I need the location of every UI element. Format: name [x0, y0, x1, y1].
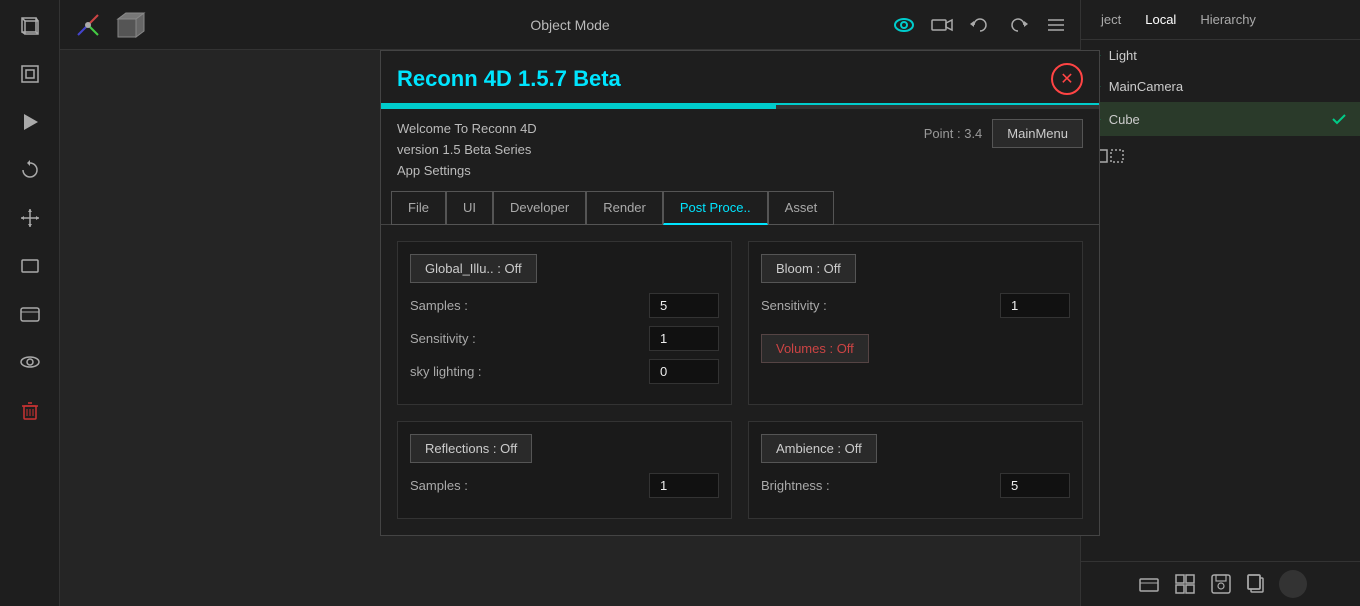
dialog-area: Reconn 4D 1.5.7 Beta ✕ Welcome To Reconn… — [60, 50, 1080, 606]
left-toolbar — [0, 0, 60, 606]
camera-icon[interactable] — [928, 11, 956, 39]
eye-toolbar-icon[interactable] — [12, 344, 48, 380]
layers-toolbar-icon[interactable] — [12, 248, 48, 284]
samples-row-1: Samples : 5 — [410, 293, 719, 318]
square-toolbar-icon[interactable] — [12, 56, 48, 92]
tab-developer[interactable]: Developer — [493, 191, 586, 225]
global-illu-toggle[interactable]: Global_Illu.. : Off — [410, 254, 537, 283]
dialog-title: Reconn 4D 1.5.7 Beta — [397, 66, 621, 92]
viewport-shading-icon[interactable] — [890, 11, 918, 39]
sky-lighting-row: sky lighting : 0 — [410, 359, 719, 384]
reflections-panel: Reflections : Off Samples : 1 — [397, 421, 732, 519]
global-illu-panel: Global_Illu.. : Off Samples : 5 Sensitiv… — [397, 241, 732, 405]
sensitivity-label-1: Sensitivity : — [410, 331, 476, 346]
main-area: Object Mode — [60, 0, 1080, 606]
cube-toolbar-icon[interactable] — [12, 8, 48, 44]
sky-lighting-value[interactable]: 0 — [649, 359, 719, 384]
sensitivity-value-2[interactable]: 1 — [1000, 293, 1070, 318]
reflections-samples-label: Samples : — [410, 478, 468, 493]
bottom-circle-icon[interactable] — [1279, 570, 1307, 598]
bloom-toggle[interactable]: Bloom : Off — [761, 254, 856, 283]
bottom-disk-icon[interactable] — [1207, 570, 1235, 598]
right-panel-header: ject Local Hierarchy — [1081, 0, 1360, 40]
hierarchy-item-cube[interactable]: ▶ Cube — [1081, 102, 1360, 136]
dialog: Reconn 4D 1.5.7 Beta ✕ Welcome To Reconn… — [380, 50, 1100, 536]
move-toolbar-icon[interactable] — [12, 200, 48, 236]
info-line2: version 1.5 Beta Series — [397, 140, 537, 161]
bottom-rect-icon[interactable] — [1135, 570, 1163, 598]
dialog-info-text: Welcome To Reconn 4D version 1.5 Beta Se… — [397, 119, 537, 181]
main-menu-button[interactable]: MainMenu — [992, 119, 1083, 148]
reflections-samples-row: Samples : 1 — [410, 473, 719, 498]
brightness-value[interactable]: 5 — [1000, 473, 1070, 498]
bottom-copy-icon[interactable] — [1243, 570, 1271, 598]
brightness-row: Brightness : 5 — [761, 473, 1070, 498]
hierarchy-item-light[interactable]: ▶ Light — [1081, 40, 1360, 71]
info-line1: Welcome To Reconn 4D — [397, 119, 537, 140]
top-bar-left — [70, 7, 146, 43]
tab-post-process[interactable]: Post Proce.. — [663, 191, 768, 225]
undo-icon[interactable] — [966, 11, 994, 39]
top-bar-icons — [890, 11, 1070, 39]
dialog-info-right: Point : 3.4 MainMenu — [924, 119, 1083, 148]
hierarchy-item-maincamera[interactable]: ▶ MainCamera — [1081, 71, 1360, 102]
close-button[interactable]: ✕ — [1051, 63, 1083, 95]
samples-value-1[interactable]: 5 — [649, 293, 719, 318]
tab-render[interactable]: Render — [586, 191, 663, 225]
bloom-panel: Bloom : Off Sensitivity : 1 Volumes : Of… — [748, 241, 1083, 405]
sensitivity-label-2: Sensitivity : — [761, 298, 827, 313]
volumes-container: Volumes : Off — [761, 334, 1070, 373]
sky-lighting-label: sky lighting : — [410, 364, 482, 379]
play-toolbar-icon[interactable] — [12, 104, 48, 140]
right-bottom-icons — [1081, 561, 1360, 606]
ambience-panel: Ambience : Off Brightness : 5 — [748, 421, 1083, 519]
right-tab-hierarchy[interactable]: Hierarchy — [1192, 8, 1264, 31]
frame-icon-container — [1081, 140, 1360, 191]
hierarchy-label-maincamera: MainCamera — [1109, 79, 1183, 94]
sensitivity-value-1[interactable]: 1 — [649, 326, 719, 351]
dialog-info: Welcome To Reconn 4D version 1.5 Beta Se… — [381, 109, 1099, 191]
top-bar-title: Object Mode — [530, 17, 609, 33]
point-label: Point : 3.4 — [924, 126, 983, 141]
axis-gizmo — [70, 7, 106, 43]
samples-label-1: Samples : — [410, 298, 468, 313]
selected-checkmark-icon — [1330, 110, 1348, 128]
redo-icon[interactable] — [1004, 11, 1032, 39]
trash-toolbar-icon[interactable] — [12, 392, 48, 428]
right-tab-local[interactable]: Local — [1137, 8, 1184, 31]
dialog-content: Global_Illu.. : Off Samples : 5 Sensitiv… — [381, 225, 1099, 535]
tab-file[interactable]: File — [391, 191, 446, 225]
top-bar: Object Mode — [60, 0, 1080, 50]
volumes-toggle[interactable]: Volumes : Off — [761, 334, 869, 363]
sensitivity-row-2: Sensitivity : 1 — [761, 293, 1070, 318]
reflections-samples-value[interactable]: 1 — [649, 473, 719, 498]
hierarchy-label-light: Light — [1109, 48, 1137, 63]
tab-ui[interactable]: UI — [446, 191, 493, 225]
info-line3: App Settings — [397, 161, 537, 182]
view-cube-icon[interactable] — [114, 9, 146, 41]
menu-icon[interactable] — [1042, 11, 1070, 39]
bottom-grid-icon[interactable] — [1171, 570, 1199, 598]
dialog-title-bar: Reconn 4D 1.5.7 Beta ✕ — [381, 51, 1099, 105]
tablet-toolbar-icon[interactable] — [12, 296, 48, 332]
right-panel: ject Local Hierarchy ▶ Light ▶ MainCamer… — [1080, 0, 1360, 606]
hierarchy-label-cube: Cube — [1109, 112, 1140, 127]
reflections-toggle[interactable]: Reflections : Off — [410, 434, 532, 463]
brightness-label: Brightness : — [761, 478, 830, 493]
right-tab-object[interactable]: ject — [1093, 8, 1129, 31]
tabs: File UI Developer Render Post Proce.. As… — [381, 191, 1099, 225]
tab-asset[interactable]: Asset — [768, 191, 835, 225]
ambience-toggle[interactable]: Ambience : Off — [761, 434, 877, 463]
refresh-toolbar-icon[interactable] — [12, 152, 48, 188]
sensitivity-row-1: Sensitivity : 1 — [410, 326, 719, 351]
